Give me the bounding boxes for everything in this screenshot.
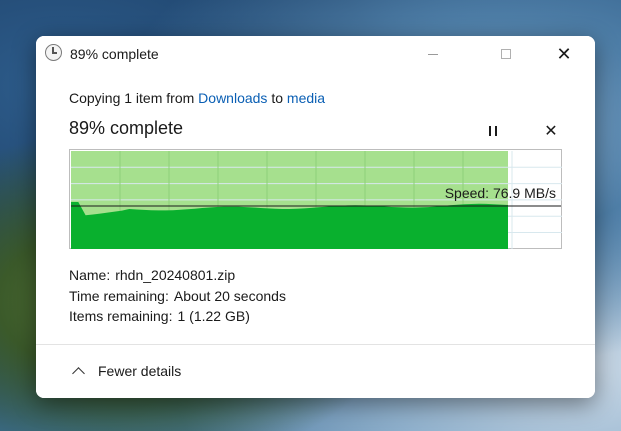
time-label: Time remaining:	[69, 287, 169, 304]
cancel-button[interactable]: ✕	[539, 119, 563, 143]
speed-graph: Speed: 76.9 MB/s	[69, 149, 562, 249]
maximize-icon	[501, 49, 511, 59]
close-icon: ✕	[556, 43, 572, 64]
close-icon: ✕	[544, 123, 558, 140]
footer: Fewer details	[36, 344, 595, 398]
details-panel: Name: rhdn_20240801.zip Time remaining: Ab…	[69, 265, 286, 327]
speed-label: Speed: 76.9 MB/s	[444, 185, 556, 201]
fewer-details-toggle[interactable]: Fewer details	[72, 363, 182, 380]
minimize-button[interactable]	[410, 36, 456, 72]
destination-link[interactable]: media	[287, 90, 325, 106]
pause-icon-bar	[489, 126, 491, 136]
source-link[interactable]: Downloads	[198, 90, 267, 106]
pause-icon-bar	[495, 126, 497, 136]
chevron-up-icon	[72, 367, 85, 380]
name-label: Name:	[69, 267, 111, 283]
copy-prefix: Copying 1 item from	[69, 90, 195, 106]
copy-dialog: 89% complete ✕ Copying 1 item from Downl…	[36, 36, 595, 398]
window-title: 89% complete	[70, 46, 159, 62]
items-row: Items remaining: 1 (1.22 GB)	[69, 306, 286, 327]
name-value: rhdn_20240801.zip	[115, 267, 236, 283]
clock-icon	[45, 44, 62, 61]
copy-description: Copying 1 item from Downloads to media	[69, 90, 325, 106]
maximize-button	[483, 36, 529, 72]
time-row: Time remaining: About 20 seconds	[69, 286, 286, 307]
title-bar[interactable]: 89% complete ✕	[36, 36, 595, 72]
copy-connector: to	[271, 90, 284, 106]
minimize-icon	[428, 53, 438, 55]
name-row: Name: rhdn_20240801.zip	[69, 265, 286, 286]
fewer-details-label: Fewer details	[98, 363, 182, 379]
close-window-button[interactable]: ✕	[541, 36, 587, 72]
progress-heading: 89% complete	[69, 118, 184, 138]
pause-button[interactable]	[481, 119, 505, 143]
time-value: About 20 seconds	[173, 287, 286, 304]
items-label: Items remaining:	[69, 308, 173, 324]
items-value: 1 (1.22 GB)	[177, 308, 250, 324]
